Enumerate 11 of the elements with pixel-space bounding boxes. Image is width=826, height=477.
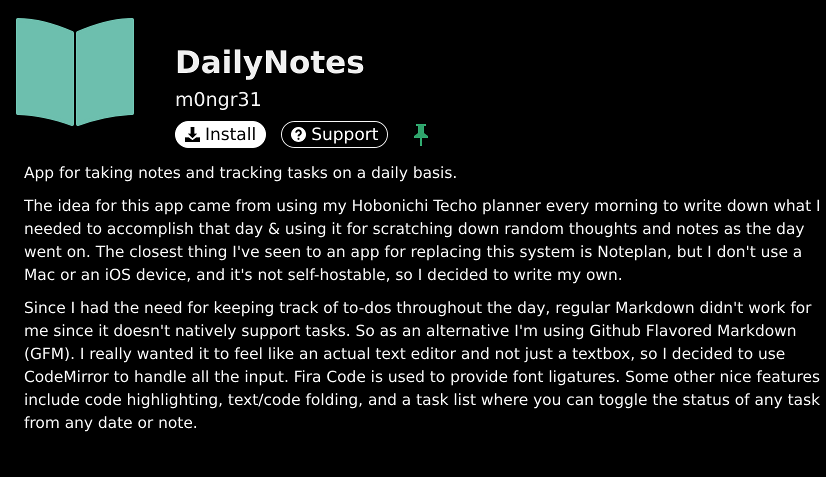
question-icon <box>291 127 306 142</box>
pin-icon[interactable] <box>413 124 430 146</box>
author-name: m0ngr31 <box>175 88 263 112</box>
download-icon <box>185 127 200 142</box>
description-paragraph: Since I had the need for keeping track of to-dos throughout the day, regular Markdown didn't work for me since it doesn't natively support tasks. So as an alternative I'm using Github Flavored Markdown (GFM). I really wanted it to feel like an actual text editor and not just a textbox, so I decided to use CodeMirror to handle all the input. Fira Code is used to provide font ligatures. Some other nice features include code highlighting, text/code folding, and a task list where you can toggle the status of any task from any date or note. <box>24 298 822 434</box>
support-button[interactable]: Support <box>281 121 388 148</box>
install-button[interactable]: Install <box>175 121 266 148</box>
app-title: DailyNotes <box>175 44 366 82</box>
book-icon <box>15 18 135 126</box>
description-paragraph: The idea for this app came from using my Hobonichi Techo planner every morning to write down what I needed to accomplish that day & using it for scratching down random thoughts and notes as the day went on. The closest thing I've seen to an app for replacing this system is Noteplan, but I don't use a Mac or an iOS device, and it's not self-hostable, so I decided to write my own. <box>24 196 822 286</box>
description-paragraph: App for taking notes and tracking tasks on a daily basis. <box>24 163 458 184</box>
